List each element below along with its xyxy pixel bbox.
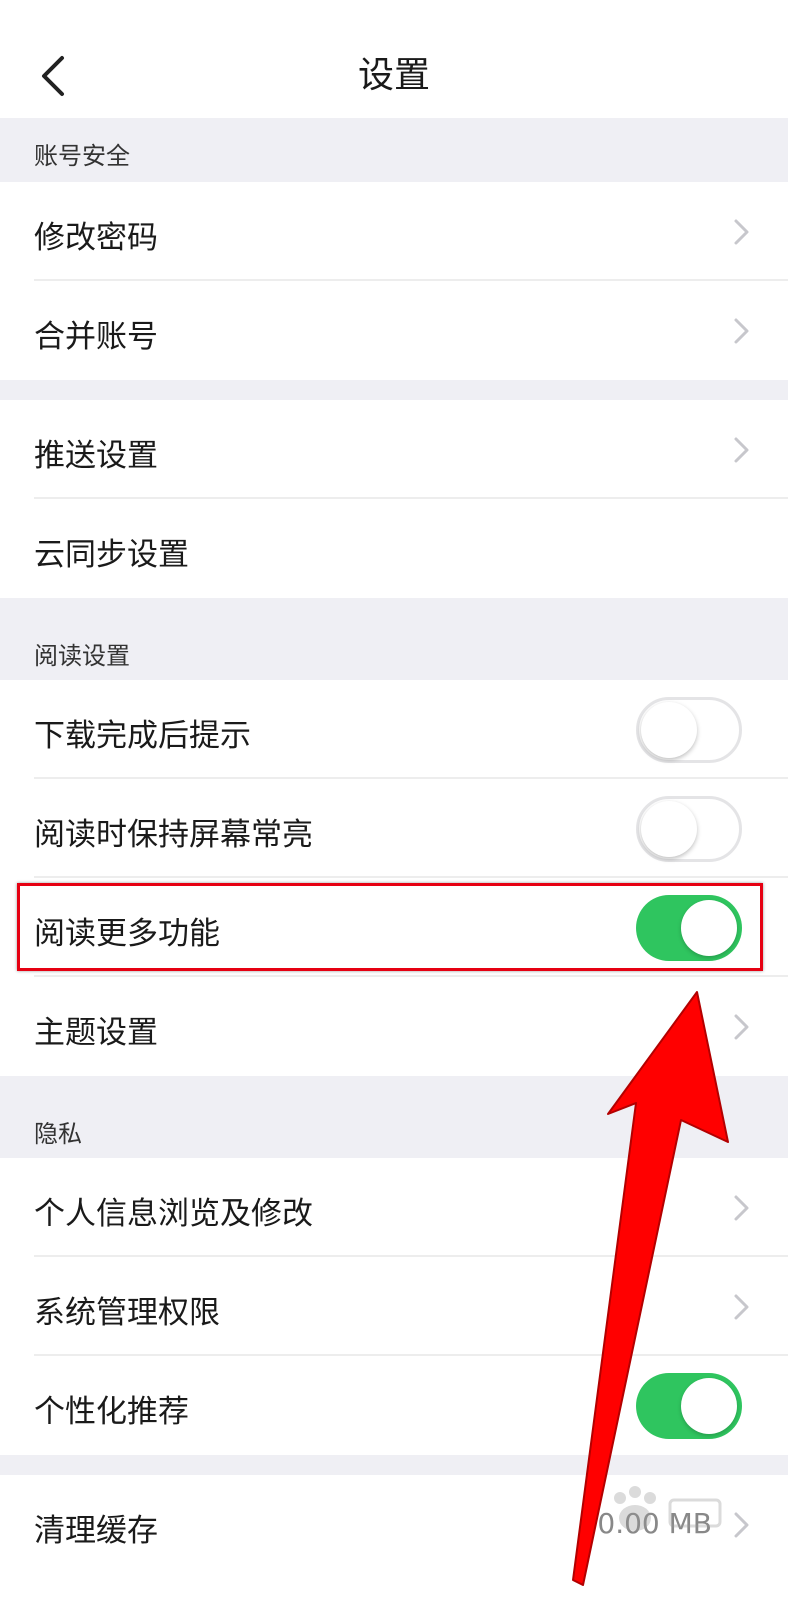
row-download-notice[interactable]: 下载完成后提示 xyxy=(0,680,788,779)
section-title-reading: 阅读设置 xyxy=(34,642,130,670)
row-personal-info[interactable]: 个人信息浏览及修改 xyxy=(0,1158,788,1257)
chevron-right-icon xyxy=(734,318,749,344)
download-notice-toggle[interactable] xyxy=(636,697,742,763)
chevron-right-icon xyxy=(734,1294,749,1320)
section-gap xyxy=(0,1455,788,1475)
row-keep-screen-on[interactable]: 阅读时保持屏幕常亮 xyxy=(0,779,788,878)
chevron-right-icon xyxy=(734,1195,749,1221)
row-change-password[interactable]: 修改密码 xyxy=(0,182,788,281)
page-title: 设置 xyxy=(357,55,430,96)
row-push-settings[interactable]: 推送设置 xyxy=(0,400,788,499)
section-header-account: 账号安全 xyxy=(0,118,788,182)
toggle-knob xyxy=(681,1378,737,1434)
chevron-right-icon xyxy=(734,1014,749,1040)
row-label: 阅读时保持屏幕常亮 xyxy=(34,817,313,853)
row-more-features[interactable]: 阅读更多功能 xyxy=(0,878,788,977)
chevron-right-icon xyxy=(734,437,749,463)
section-title-privacy: 隐私 xyxy=(34,1120,82,1148)
section-header-reading: 阅读设置 xyxy=(0,598,788,680)
row-label: 合并账号 xyxy=(34,319,158,355)
row-label: 修改密码 xyxy=(34,220,158,256)
toggle-knob xyxy=(641,702,697,758)
row-personalized-recommend[interactable]: 个性化推荐 xyxy=(0,1356,788,1455)
row-system-permissions[interactable]: 系统管理权限 xyxy=(0,1257,788,1356)
cache-size-value: 0.00 MB xyxy=(597,1507,712,1540)
row-label: 个人信息浏览及修改 xyxy=(34,1196,313,1232)
personalized-recommend-toggle[interactable] xyxy=(636,1373,742,1439)
row-merge-account[interactable]: 合并账号 xyxy=(0,281,788,380)
row-theme-settings[interactable]: 主题设置 xyxy=(0,977,788,1076)
row-label: 个性化推荐 xyxy=(34,1394,189,1430)
row-label: 清理缓存 xyxy=(34,1513,158,1549)
toggle-knob xyxy=(641,801,697,857)
chevron-right-icon xyxy=(734,219,749,245)
row-label: 阅读更多功能 xyxy=(34,916,220,952)
row-clear-cache[interactable]: 清理缓存 0.00 MB xyxy=(0,1475,788,1600)
row-label: 系统管理权限 xyxy=(34,1295,220,1331)
more-features-toggle[interactable] xyxy=(636,895,742,961)
row-label: 推送设置 xyxy=(34,438,158,474)
toggle-knob xyxy=(681,900,737,956)
row-label: 主题设置 xyxy=(34,1015,158,1051)
row-label: 云同步设置 xyxy=(34,537,189,573)
nav-bar: 设置 xyxy=(0,0,788,118)
section-header-privacy: 隐私 xyxy=(0,1076,788,1158)
row-label: 下载完成后提示 xyxy=(34,718,251,754)
row-cloud-sync[interactable]: 云同步设置 xyxy=(0,499,788,598)
section-gap xyxy=(0,380,788,400)
chevron-right-icon xyxy=(734,1512,749,1538)
section-title-account: 账号安全 xyxy=(34,142,130,170)
keep-screen-on-toggle[interactable] xyxy=(636,796,742,862)
